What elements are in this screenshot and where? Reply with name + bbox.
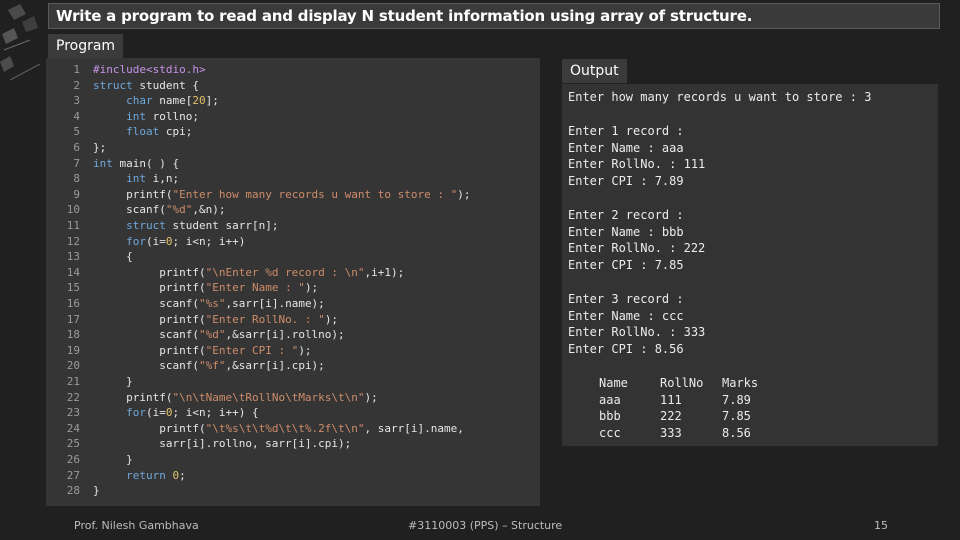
line-number: 3 — [73, 94, 80, 108]
code-text: for(i=0; i<n; i++) — [126, 234, 246, 248]
output-line: Enter 1 record : — [568, 124, 684, 138]
output-table-cell: 222 — [660, 409, 682, 424]
code-text: int rollno; — [126, 109, 199, 123]
code-panel: 1 #include<stdio.h> 2 struct student { 3 cha… — [46, 58, 540, 506]
line-number: 24 — [66, 421, 80, 435]
output-table-cell: aaa — [599, 392, 621, 407]
line-number: 4 — [73, 109, 80, 123]
line-number: 7 — [73, 156, 80, 170]
code-text: return 0; — [126, 468, 186, 482]
output-line: Enter Name : aaa — [568, 141, 684, 155]
slide-title: Write a program to read and display N st… — [56, 7, 753, 25]
line-number: 8 — [73, 172, 80, 186]
output-table-cell: bbb — [599, 409, 621, 424]
tab-program: Program — [48, 34, 124, 58]
corner-decoration — [0, 4, 41, 81]
output-line: Enter CPI : 7.85 — [568, 258, 684, 272]
line-number: 26 — [66, 453, 80, 466]
output-table-cell: ccc — [599, 426, 621, 441]
code-text: char name[20]; — [126, 94, 219, 108]
code-text: sarr[i].rollno, sarr[i].cpi); — [93, 437, 352, 451]
line-number: 5 — [73, 125, 80, 139]
line-number: 18 — [66, 328, 80, 342]
output-line: Enter Name : ccc — [568, 309, 684, 323]
output-table-cell: 111 — [660, 392, 682, 407]
line-number: 20 — [66, 359, 80, 373]
output-table-cell: 333 — [660, 426, 682, 441]
line-number: 15 — [66, 281, 80, 295]
output-table-cell: 7.89 — [722, 392, 751, 407]
output-line: Enter RollNo. : 222 — [568, 241, 706, 255]
line-number: 27 — [66, 468, 80, 482]
line-number: 10 — [66, 203, 80, 217]
code-text: printf("Enter how many records u want to… — [93, 187, 471, 201]
footer-course: #3110003 (PPS) – Structure — [408, 519, 563, 532]
output-line: Enter RollNo. : 333 — [568, 325, 706, 339]
code-text: for(i=0; i<n; i++) { — [126, 406, 259, 420]
code-text: } — [93, 453, 133, 466]
code-text: struct student { — [93, 78, 199, 92]
line-number: 2 — [73, 78, 80, 92]
code-text: printf("\t%s\t\t%d\t\t%.2f\t\n", sarr[i]… — [93, 421, 464, 435]
line-number: 1 — [73, 63, 80, 76]
line-number: 11 — [66, 219, 80, 232]
code-text: printf("Enter Name : "); — [93, 281, 319, 295]
footer-author: Prof. Nilesh Gambhava — [74, 519, 199, 532]
code-text: }; — [93, 141, 107, 154]
code-text: } — [93, 375, 133, 388]
line-number: 16 — [66, 297, 80, 310]
code-text: printf("\nEnter %d record : \n",i+1); — [93, 265, 405, 279]
output-table-cell: 8.56 — [722, 426, 751, 441]
code-text: printf("\n\tName\tRollNo\tMarks\t\n"); — [93, 390, 378, 404]
code-text: #include<stdio.h> — [93, 63, 206, 76]
line-number: 22 — [66, 390, 80, 404]
line-number: 21 — [66, 375, 80, 388]
line-number: 23 — [66, 406, 80, 420]
code-text: int i,n; — [126, 172, 180, 186]
output-table-header: Name — [599, 376, 628, 390]
code-text: { — [93, 250, 133, 264]
output-table-cell: 7.85 — [722, 409, 751, 424]
line-number: 12 — [66, 234, 80, 248]
code-text: scanf("%s",sarr[i].name); — [93, 297, 325, 310]
line-number: 6 — [73, 141, 80, 154]
code-text: scanf("%d",&sarr[i].rollno); — [93, 328, 345, 342]
line-number: 19 — [66, 343, 80, 357]
code-text: int main( ) { — [93, 156, 180, 170]
output-table-header: RollNo — [660, 376, 704, 390]
output-line: Enter CPI : 7.89 — [568, 174, 684, 188]
line-number: 28 — [66, 484, 80, 498]
page-number: 15 — [874, 519, 888, 532]
output-line: Enter 3 record : — [568, 292, 684, 306]
line-number: 17 — [66, 312, 80, 326]
code-text: printf("Enter CPI : "); — [93, 343, 312, 357]
output-line: Enter CPI : 8.56 — [568, 342, 684, 356]
output-line: Enter RollNo. : 111 — [568, 157, 706, 171]
output-panel: Enter how many records u want to store :… — [562, 84, 938, 446]
title-bar: Write a program to read and display N st… — [48, 3, 940, 29]
code-text: } — [93, 484, 100, 498]
tab-output: Output — [562, 59, 627, 83]
output-line: Enter Name : bbb — [568, 225, 684, 239]
code-text: struct student sarr[n]; — [126, 219, 279, 232]
line-number: 13 — [66, 250, 80, 264]
code-text: scanf("%f",&sarr[i].cpi); — [93, 359, 325, 373]
code-text: printf("Enter RollNo. : "); — [93, 312, 339, 326]
line-number: 14 — [66, 265, 80, 279]
code-text: float cpi; — [126, 125, 193, 139]
output-table-header: Marks — [722, 376, 759, 390]
code-text: scanf("%d",&n); — [93, 203, 226, 217]
line-number: 9 — [73, 187, 80, 201]
output-line: Enter how many records u want to store :… — [568, 90, 872, 104]
output-line: Enter 2 record : — [568, 208, 684, 222]
line-number: 25 — [66, 437, 80, 451]
